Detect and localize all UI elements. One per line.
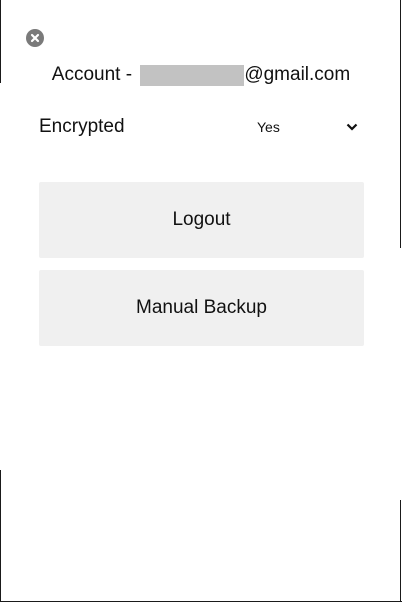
- encrypted-label: Encrypted: [39, 116, 125, 137]
- encrypted-selected-value: Yes: [257, 119, 280, 135]
- chevron-down-icon: [346, 123, 358, 131]
- account-info: Account - @gmail.com: [0, 63, 402, 87]
- encrypted-select[interactable]: Yes: [248, 113, 364, 141]
- logout-label: Logout: [172, 209, 231, 230]
- frame-right-edge-upper: [400, 0, 401, 248]
- logout-button[interactable]: Logout: [39, 182, 364, 258]
- frame-left-edge-lower: [0, 470, 1, 602]
- manual-backup-label: Manual Backup: [136, 297, 267, 318]
- redacted-email-username: [140, 64, 245, 86]
- close-icon: [30, 33, 40, 43]
- manual-backup-button[interactable]: Manual Backup: [39, 270, 364, 346]
- frame-right-edge-lower: [400, 500, 401, 602]
- account-email-domain: @gmail.com: [244, 64, 351, 85]
- close-button[interactable]: [26, 29, 44, 47]
- account-prefix: Account -: [51, 64, 138, 85]
